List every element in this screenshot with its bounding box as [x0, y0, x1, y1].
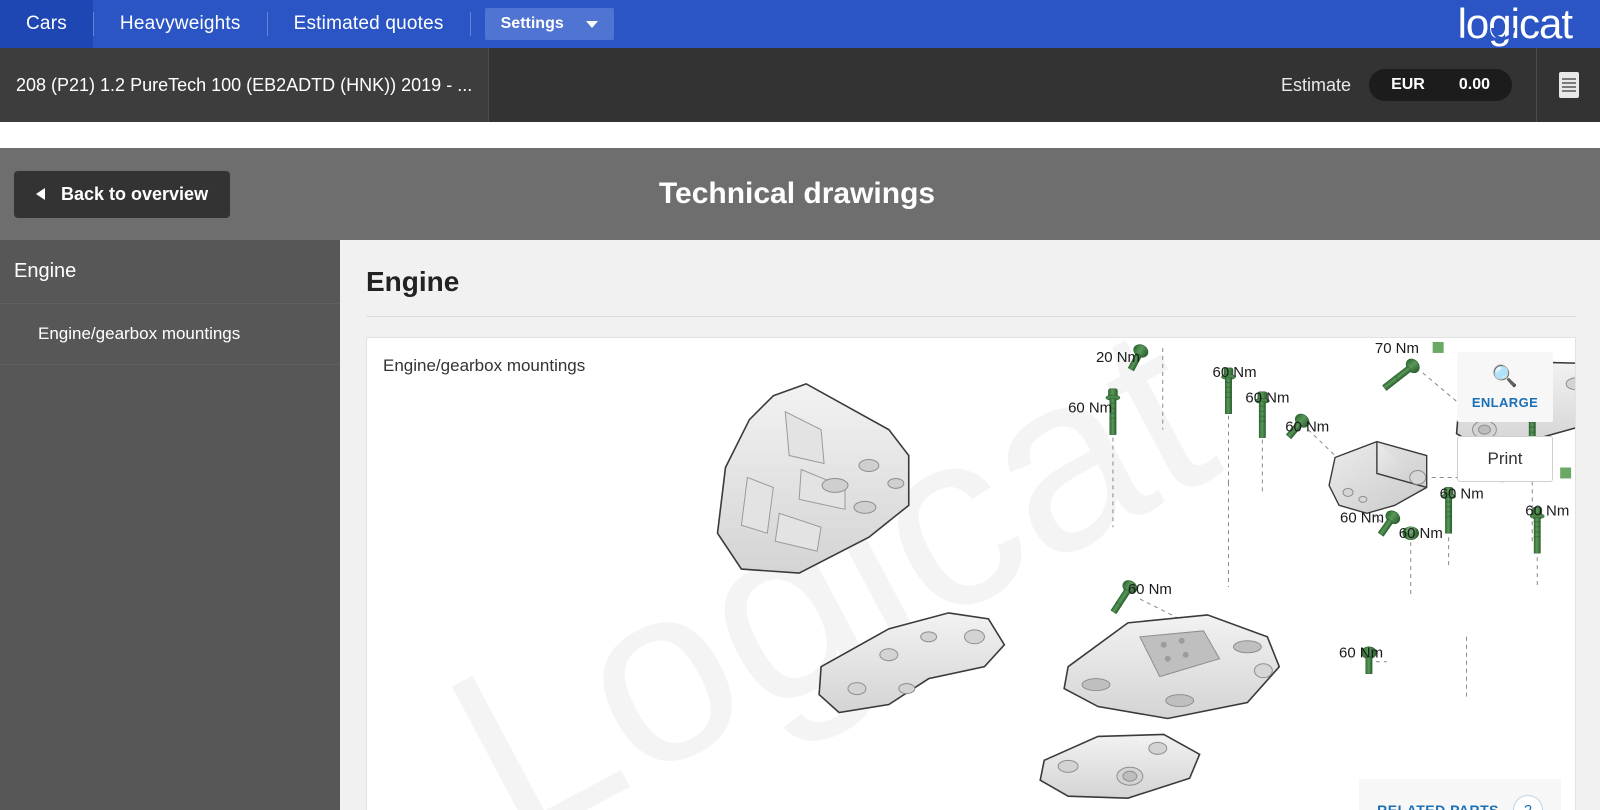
- settings-dropdown-button[interactable]: Settings: [484, 8, 614, 40]
- enlarge-label: ENLARGE: [1471, 395, 1539, 410]
- nav-divider: [469, 12, 471, 36]
- back-to-overview-button[interactable]: Back to overview: [14, 170, 231, 218]
- content-area: Engine Engine/gearbox mountings Logicat: [340, 240, 1600, 810]
- chevron-left-icon: [36, 188, 45, 200]
- related-parts-button[interactable]: RELATED PARTS 2: [1359, 779, 1561, 810]
- page-body: Engine Engine/gearbox mountings Engine E…: [0, 240, 1600, 810]
- svg-text:60 Nm: 60 Nm: [1213, 364, 1257, 381]
- nav-tab-label: Heavyweights: [119, 13, 241, 34]
- estimate-summary: Estimate EUR 0.00: [1281, 48, 1536, 122]
- nav-tab-heavyweights[interactable]: Heavyweights: [94, 0, 267, 48]
- print-button[interactable]: Print: [1457, 436, 1553, 482]
- sidebar-header: Engine: [0, 240, 340, 304]
- related-parts-label: RELATED PARTS: [1377, 802, 1499, 810]
- svg-text:60 Nm: 60 Nm: [1340, 509, 1384, 526]
- back-button-label: Back to overview: [61, 183, 209, 204]
- svg-text:60 Nm: 60 Nm: [1128, 581, 1172, 598]
- svg-text:60 Nm: 60 Nm: [1440, 485, 1484, 502]
- drawing-actions: 🔍 ENLARGE Print: [1457, 352, 1553, 482]
- svg-text:70 Nm: 70 Nm: [1375, 340, 1419, 357]
- estimate-amount-pill[interactable]: EUR 0.00: [1369, 69, 1512, 101]
- page-title: Technical drawings: [658, 177, 936, 210]
- logo-text: logicat: [1457, 0, 1573, 47]
- estimate-label: Estimate: [1281, 74, 1352, 95]
- svg-text:60 Nm: 60 Nm: [1399, 525, 1443, 542]
- page-title-bar: Back to overview Technical drawings: [0, 148, 1600, 240]
- nav-tab-label: Estimated quotes: [293, 13, 444, 34]
- vehicle-context-bar: 208 (P21) 1.2 PureTech 100 (EB2ADTD (HNK…: [0, 48, 1600, 122]
- enlarge-button[interactable]: 🔍 ENLARGE: [1457, 352, 1553, 422]
- technical-drawing[interactable]: 20 Nm 60 Nm 60 Nm 60 Nm 60 Nm 70 Nm 60 N…: [367, 338, 1575, 810]
- svg-text:60 Nm: 60 Nm: [1285, 419, 1329, 436]
- svg-text:60 Nm: 60 Nm: [1068, 400, 1112, 417]
- search-icon: 🔍: [1491, 365, 1519, 388]
- nav-tab-estimated-quotes[interactable]: Estimated quotes: [268, 0, 470, 48]
- sidebar-item-label: Engine/gearbox mountings: [38, 324, 241, 343]
- drawing-card: Engine/gearbox mountings Logicat 20 Nm 6…: [366, 337, 1576, 810]
- spacer-strip: [0, 122, 1600, 148]
- vehicle-name-label: 208 (P21) 1.2 PureTech 100 (EB2ADTD (HNK…: [16, 74, 473, 95]
- chevron-down-icon: [585, 20, 598, 28]
- top-navigation-bar: Cars Heavyweights Estimated quotes Setti…: [0, 0, 1600, 48]
- selected-vehicle[interactable]: 208 (P21) 1.2 PureTech 100 (EB2ADTD (HNK…: [0, 48, 490, 122]
- content-heading: Engine: [366, 266, 460, 297]
- related-parts-count: 2: [1513, 795, 1543, 810]
- estimate-currency: EUR: [1391, 76, 1425, 93]
- svg-text:60 Nm: 60 Nm: [1525, 502, 1569, 519]
- nav-tab-label: Cars: [26, 13, 67, 34]
- svg-text:60 Nm: 60 Nm: [1339, 645, 1383, 662]
- svg-text:20 Nm: 20 Nm: [1096, 349, 1140, 366]
- logicat-logo: logicat: [1458, 0, 1600, 48]
- heading-divider: [366, 316, 1576, 317]
- nav-tab-cars[interactable]: Cars: [0, 0, 93, 48]
- settings-label: Settings: [500, 15, 564, 32]
- print-label: Print: [1487, 449, 1523, 468]
- quote-document-button[interactable]: [1536, 48, 1600, 122]
- document-icon: [1558, 72, 1579, 98]
- estimate-value: 0.00: [1458, 76, 1490, 93]
- sidebar: Engine Engine/gearbox mountings: [0, 240, 340, 810]
- svg-text:60 Nm: 60 Nm: [1245, 390, 1289, 407]
- sidebar-item-engine-gearbox-mountings[interactable]: Engine/gearbox mountings: [0, 304, 340, 365]
